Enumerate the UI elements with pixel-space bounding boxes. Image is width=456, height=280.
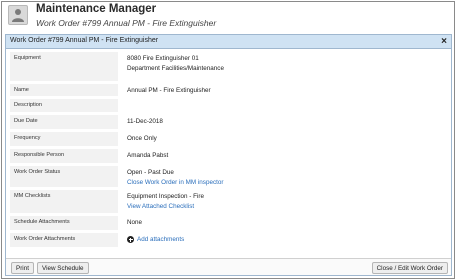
work-order-dialog: Work Order #799 Annual PM - Fire Extingu… <box>5 34 452 276</box>
name-value: Annual PM - Fire Extinguisher <box>127 87 211 94</box>
status-text: Open - Past Due <box>127 169 174 176</box>
row-schedule-attachments: Schedule Attachments None <box>10 216 447 233</box>
equipment-name: 8080 Fire Extinguisher 01 <box>127 55 199 62</box>
view-attached-checklist-link[interactable]: View Attached Checklist <box>127 202 437 212</box>
close-work-order-link[interactable]: Close Work Order in MM inspector <box>127 178 437 188</box>
row-mm-checklists: MM Checklists Equipment Inspection - Fir… <box>10 190 447 216</box>
field-label: Frequency <box>10 132 118 146</box>
field-label: Name <box>10 84 118 96</box>
close-icon[interactable]: × <box>441 35 447 48</box>
mm-checklists-value: Equipment Inspection - Fire View Attache… <box>127 190 437 211</box>
dialog-footer: Print View Schedule Close / Edit Work Or… <box>6 258 451 275</box>
app-subtitle: Work Order #799 Annual PM - Fire Extingu… <box>36 18 217 28</box>
field-label: Description <box>10 99 118 112</box>
schedule-attachments-value: None <box>127 219 143 226</box>
field-label: Schedule Attachments <box>10 216 118 230</box>
app-logo-icon <box>8 5 28 25</box>
work-order-status-value: Open - Past Due Close Work Order in MM i… <box>127 166 437 187</box>
responsible-person-value: Amanda Pabst <box>127 152 169 159</box>
row-due-date: Due Date 11-Dec-2018 <box>10 115 447 132</box>
equipment-department: Department Facilities/Maintenance <box>127 64 224 72</box>
app-window: Maintenance Manager Work Order #799 Annu… <box>1 1 455 279</box>
print-button[interactable]: Print <box>11 262 34 274</box>
app-header: Maintenance Manager Work Order #799 Annu… <box>2 2 454 32</box>
field-label: MM Checklists <box>10 190 118 213</box>
field-label: Equipment <box>10 52 118 81</box>
row-equipment: Equipment 8080 Fire Extinguisher 01 Depa… <box>10 52 447 84</box>
field-label: Work Order Status <box>10 166 118 187</box>
add-attachments-link[interactable]: Add attachments <box>127 235 184 245</box>
frequency-value: Once Only <box>127 135 157 142</box>
app-title: Maintenance Manager <box>36 3 157 15</box>
field-label: Due Date <box>10 115 118 129</box>
row-name: Name Annual PM - Fire Extinguisher <box>10 84 447 99</box>
row-frequency: Frequency Once Only <box>10 132 447 149</box>
view-schedule-button[interactable]: View Schedule <box>37 262 89 274</box>
dialog-title: Work Order #799 Annual PM - Fire Extingu… <box>10 37 159 44</box>
work-order-attachments-value: Add attachments <box>127 233 437 247</box>
close-edit-work-order-button[interactable]: Close / Edit Work Order <box>371 262 448 274</box>
add-attachments-label: Add attachments <box>137 236 185 243</box>
description-value <box>127 99 437 101</box>
field-label: Work Order Attachments <box>10 233 118 247</box>
checklist-name: Equipment Inspection - Fire <box>127 193 204 200</box>
equipment-value: 8080 Fire Extinguisher 01 Department Fac… <box>127 52 437 73</box>
row-description: Description <box>10 99 447 115</box>
dialog-titlebar: Work Order #799 Annual PM - Fire Extingu… <box>6 35 451 49</box>
work-order-details: Equipment 8080 Fire Extinguisher 01 Depa… <box>10 52 447 250</box>
plus-circle-icon <box>127 236 134 244</box>
due-date-value: 11-Dec-2018 <box>127 118 163 125</box>
field-label: Responsible Person <box>10 149 118 163</box>
row-work-order-status: Work Order Status Open - Past Due Close … <box>10 166 447 190</box>
row-work-order-attachments: Work Order Attachments Add attachments <box>10 233 447 250</box>
row-responsible-person: Responsible Person Amanda Pabst <box>10 149 447 166</box>
